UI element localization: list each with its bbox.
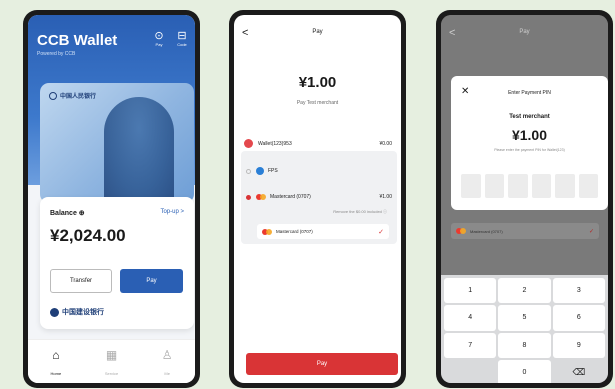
pin-screen: < Pay Mastercard (0707) ✓ ✕ Enter Paymen… bbox=[441, 15, 608, 383]
transfer-button[interactable]: Transfer bbox=[50, 269, 112, 293]
pay-amount: ¥1.00 bbox=[298, 74, 337, 91]
qr-code-icon: ⊟ bbox=[177, 30, 187, 42]
mastercard-value: ¥1.00 bbox=[379, 194, 392, 200]
note-bank-label: 中国人民银行 bbox=[49, 91, 96, 101]
page-title: Pay bbox=[312, 29, 323, 35]
key-5[interactable]: 5 bbox=[498, 305, 551, 331]
wallet-subtitle: Powered by CCB bbox=[37, 51, 76, 57]
pin-digit-box[interactable] bbox=[531, 174, 551, 198]
key-blank bbox=[444, 360, 496, 383]
scan-pay-button[interactable]: ⊙ Pay bbox=[150, 30, 168, 47]
backspace-icon[interactable]: ⌫ bbox=[553, 360, 605, 383]
key-3[interactable]: 3 bbox=[552, 278, 605, 304]
pin-digit-box[interactable] bbox=[555, 174, 575, 198]
modal-amount: ¥1.00 bbox=[511, 127, 548, 143]
code-button[interactable]: ⊟ Code bbox=[173, 30, 191, 47]
scan-label: Pay bbox=[155, 42, 163, 47]
merchant-name: Pay Test merchant bbox=[296, 100, 339, 106]
wallet-value: ¥0.00 bbox=[379, 140, 392, 147]
pin-input[interactable] bbox=[461, 174, 598, 198]
balance-label: Balance ⊕ bbox=[50, 210, 85, 217]
tab-me[interactable]: ♙ Me bbox=[139, 340, 195, 383]
pin-digit-box[interactable] bbox=[578, 174, 598, 198]
method-mastercard[interactable]: Mastercard (0707) ¥1.00 bbox=[246, 194, 392, 200]
ccb-logo-icon bbox=[50, 307, 59, 317]
bottom-tab-bar: ⌂ Home ▦ Service ♙ Me bbox=[28, 339, 195, 383]
confirm-pay-button[interactable]: Pay bbox=[246, 353, 398, 375]
phone-pay: < Pay ¥1.00 Pay Test merchant Wallet(123… bbox=[229, 10, 406, 388]
currency-note-card[interactable]: 中国人民银行 bbox=[40, 83, 194, 203]
dimmed-card-row: Mastercard (0707) ✓ bbox=[451, 223, 599, 239]
key-2[interactable]: 2 bbox=[498, 278, 551, 304]
pay-button[interactable]: Pay bbox=[120, 269, 183, 293]
key-4[interactable]: 4 bbox=[444, 305, 497, 331]
wallet-row[interactable]: Wallet(123)953 ¥0.00 bbox=[244, 139, 392, 148]
payment-methods-panel: FPS Mastercard (0707) ¥1.00 Remove the $… bbox=[241, 151, 397, 244]
pin-modal: ✕ Enter Payment PIN Test merchant ¥1.00 … bbox=[451, 76, 608, 210]
balance-card: Balance ⊕ Top-up > ¥2,024.00 Transfer Pa… bbox=[40, 197, 194, 329]
note-portrait bbox=[104, 97, 174, 203]
home-icon: ⌂ bbox=[52, 348, 60, 362]
pin-digit-box[interactable] bbox=[461, 174, 481, 198]
grid-icon: ▦ bbox=[105, 348, 118, 362]
pin-digit-box[interactable] bbox=[508, 174, 528, 198]
modal-hint: Please enter the payment PIN for Wallet(… bbox=[494, 148, 565, 152]
topup-link[interactable]: Top-up > bbox=[160, 209, 184, 215]
selected-card[interactable]: Mastercard (0707) ✓ bbox=[257, 224, 389, 239]
modal-merchant: Test merchant bbox=[509, 114, 550, 120]
key-1[interactable]: 1 bbox=[444, 278, 497, 304]
numeric-keypad: 1 2 3 4 5 6 7 8 9 0 ⌫ bbox=[441, 275, 608, 383]
radio-mastercard[interactable] bbox=[246, 194, 251, 200]
code-label: Code bbox=[177, 42, 187, 47]
tab-service[interactable]: ▦ Service bbox=[84, 340, 140, 383]
pboc-emblem-icon bbox=[49, 92, 57, 101]
key-0[interactable]: 0 bbox=[498, 359, 551, 383]
key-9[interactable]: 9 bbox=[552, 332, 605, 358]
mastercard-icon bbox=[456, 228, 466, 234]
mastercard-icon bbox=[256, 194, 266, 200]
key-7[interactable]: 7 bbox=[444, 332, 497, 358]
modal-title: Enter Payment PIN bbox=[508, 90, 551, 96]
method-fps[interactable]: FPS bbox=[246, 167, 394, 175]
mastercard-icon bbox=[262, 228, 272, 235]
fee-hint: Remove the $0.00 included ⓘ bbox=[333, 209, 387, 214]
check-icon: ✓ bbox=[378, 228, 384, 236]
key-6[interactable]: 6 bbox=[552, 305, 605, 331]
wallet-icon bbox=[244, 139, 253, 148]
tab-home[interactable]: ⌂ Home bbox=[28, 340, 84, 383]
wallet-title: CCB Wallet bbox=[37, 32, 118, 49]
wallet-screen: CCB Wallet Powered by CCB ⊙ Pay ⊟ Code 中… bbox=[28, 15, 195, 383]
scan-icon: ⊙ bbox=[154, 30, 164, 42]
person-icon: ♙ bbox=[161, 348, 173, 362]
phone-pin: < Pay Mastercard (0707) ✓ ✕ Enter Paymen… bbox=[436, 10, 613, 388]
phone-wallet-home: CCB Wallet Powered by CCB ⊙ Pay ⊟ Code 中… bbox=[23, 10, 200, 388]
pay-screen: < Pay ¥1.00 Pay Test merchant Wallet(123… bbox=[234, 15, 401, 383]
radio-fps[interactable] bbox=[246, 168, 251, 174]
fps-icon bbox=[256, 167, 264, 175]
page-title: Pay bbox=[519, 29, 530, 35]
balance-value: ¥2,024.00 bbox=[50, 226, 126, 245]
check-icon: ✓ bbox=[588, 228, 594, 235]
key-8[interactable]: 8 bbox=[498, 332, 551, 358]
ccb-logo: 中国建设银行 bbox=[50, 307, 104, 317]
pin-digit-box[interactable] bbox=[484, 174, 504, 198]
